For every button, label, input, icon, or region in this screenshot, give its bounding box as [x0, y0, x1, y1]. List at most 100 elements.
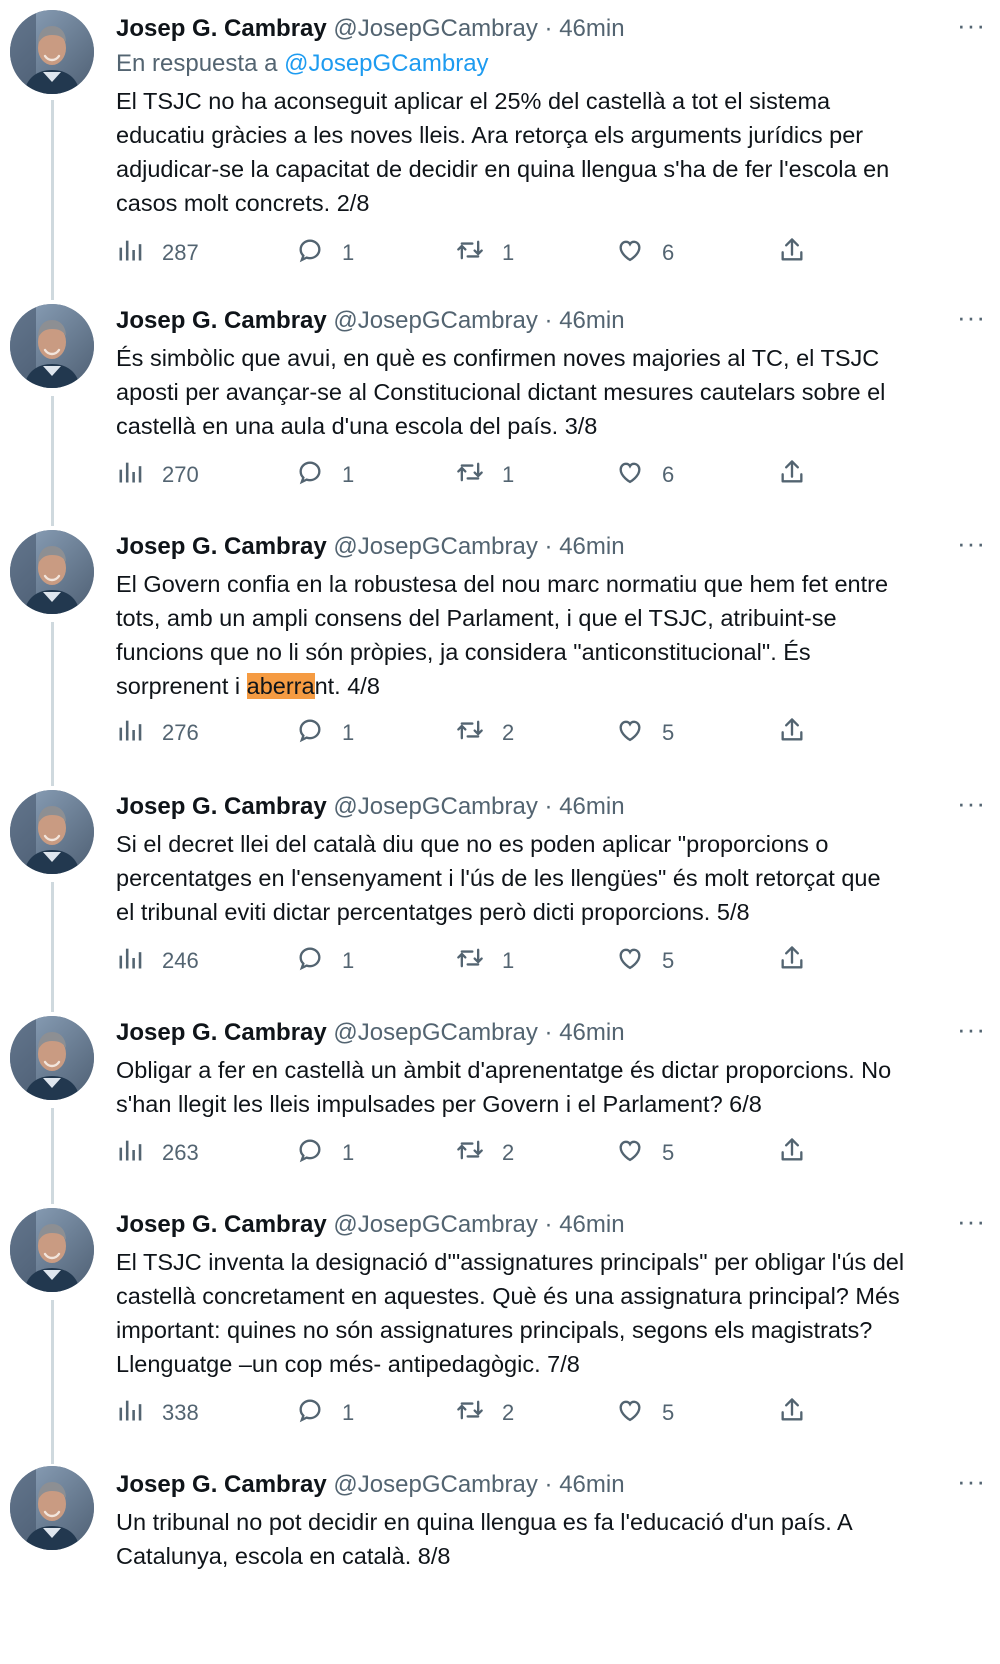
timestamp[interactable]: 46min	[559, 1471, 624, 1498]
views-button[interactable]: 270	[116, 458, 199, 492]
reply-button[interactable]: 1	[296, 716, 354, 750]
tweet-thread: Josep G. Cambray @JosepGCambray · 46min …	[0, 0, 1000, 1664]
retweet-button[interactable]: 2	[456, 1396, 514, 1430]
views-button[interactable]: 246	[116, 944, 199, 978]
display-name[interactable]: Josep G. Cambray	[116, 1019, 327, 1046]
share-button[interactable]	[778, 944, 806, 978]
display-name[interactable]: Josep G. Cambray	[116, 793, 327, 820]
bar-chart-icon	[116, 236, 144, 270]
more-options-icon[interactable]: ···	[946, 530, 986, 564]
user-handle[interactable]: @JosepGCambray	[333, 533, 537, 560]
display-name[interactable]: Josep G. Cambray	[116, 1211, 327, 1238]
tweet-6-of-8[interactable]: Josep G. Cambray @JosepGCambray · 46min …	[0, 1012, 1000, 1204]
more-options-icon[interactable]: ···	[946, 790, 986, 824]
more-options-icon[interactable]: ···	[946, 1468, 986, 1502]
share-button[interactable]	[778, 1136, 806, 1170]
more-options-icon[interactable]: ···	[946, 304, 986, 338]
retweet-count: 1	[502, 240, 515, 265]
display-name[interactable]: Josep G. Cambray	[116, 1471, 327, 1498]
like-button[interactable]: 5	[616, 716, 674, 750]
tweet-header: Josep G. Cambray @JosepGCambray · 46min …	[116, 530, 986, 564]
views-count: 287	[162, 240, 199, 265]
more-options-icon[interactable]: ···	[946, 1208, 986, 1242]
more-options-icon[interactable]: ···	[946, 1016, 986, 1050]
retweet-button[interactable]: 1	[456, 944, 514, 978]
views-button[interactable]: 263	[116, 1136, 199, 1170]
display-name[interactable]: Josep G. Cambray	[116, 307, 327, 334]
bar-chart-icon	[116, 458, 144, 492]
reply-count: 1	[342, 948, 355, 973]
heart-icon	[616, 236, 644, 270]
reply-button[interactable]: 1	[296, 944, 354, 978]
retweet-button[interactable]: 2	[456, 716, 514, 750]
avatar[interactable]	[10, 530, 94, 614]
reply-count: 1	[342, 1400, 355, 1425]
timestamp[interactable]: 46min	[559, 533, 624, 560]
display-name[interactable]: Josep G. Cambray	[116, 533, 327, 560]
tweet-actions: 270 1 1 6	[116, 458, 836, 492]
timestamp[interactable]: 46min	[559, 1211, 624, 1238]
user-handle[interactable]: @JosepGCambray	[333, 1471, 537, 1498]
avatar[interactable]	[10, 304, 94, 388]
like-button[interactable]: 5	[616, 1136, 674, 1170]
timestamp[interactable]: 46min	[559, 307, 624, 334]
retweet-icon	[456, 1396, 484, 1430]
retweet-button[interactable]: 1	[456, 458, 514, 492]
user-handle[interactable]: @JosepGCambray	[333, 793, 537, 820]
tweet-text: És simbòlic que avui, en què es confirme…	[116, 345, 886, 439]
share-button[interactable]	[778, 716, 806, 750]
reply-context: En respuesta a @JosepGCambray	[116, 47, 986, 81]
tweet-8-of-8[interactable]: Josep G. Cambray @JosepGCambray · 46min …	[0, 1464, 1000, 1664]
tweet-text-part: nt. 4/8	[314, 673, 380, 699]
retweet-button[interactable]: 2	[456, 1136, 514, 1170]
tweet-3-of-8[interactable]: Josep G. Cambray @JosepGCambray · 46min …	[0, 300, 1000, 526]
avatar[interactable]	[10, 790, 94, 874]
views-button[interactable]: 338	[116, 1396, 199, 1430]
retweet-icon	[456, 236, 484, 270]
avatar[interactable]	[10, 10, 94, 94]
reply-button[interactable]: 1	[296, 1136, 354, 1170]
reply-handle-link[interactable]: @JosepGCambray	[284, 50, 488, 77]
tweet-5-of-8[interactable]: Josep G. Cambray @JosepGCambray · 46min …	[0, 786, 1000, 1012]
separator-dot: ·	[544, 533, 553, 560]
tweet-actions: 276 1 2 5	[116, 716, 836, 750]
timestamp[interactable]: 46min	[559, 15, 624, 42]
like-button[interactable]: 6	[616, 458, 674, 492]
user-handle[interactable]: @JosepGCambray	[333, 1211, 537, 1238]
like-button[interactable]: 6	[616, 236, 674, 270]
retweet-button[interactable]: 1	[456, 236, 514, 270]
display-name[interactable]: Josep G. Cambray	[116, 15, 327, 42]
tweet-7-of-8[interactable]: Josep G. Cambray @JosepGCambray · 46min …	[0, 1204, 1000, 1464]
share-button[interactable]	[778, 458, 806, 492]
separator-dot: ·	[544, 1211, 553, 1238]
like-count: 6	[662, 462, 675, 487]
views-button[interactable]: 276	[116, 716, 199, 750]
separator-dot: ·	[544, 1019, 553, 1046]
tweet-4-of-8[interactable]: Josep G. Cambray @JosepGCambray · 46min …	[0, 526, 1000, 786]
reply-button[interactable]: 1	[296, 458, 354, 492]
share-upload-icon	[778, 458, 806, 492]
thread-connector-line	[51, 100, 54, 300]
tweet-actions: 246 1 1 5	[116, 944, 836, 978]
reply-button[interactable]: 1	[296, 1396, 354, 1430]
user-handle[interactable]: @JosepGCambray	[333, 307, 537, 334]
user-handle[interactable]: @JosepGCambray	[333, 15, 537, 42]
views-button[interactable]: 287	[116, 236, 199, 270]
like-button[interactable]: 5	[616, 944, 674, 978]
share-button[interactable]	[778, 236, 806, 270]
avatar[interactable]	[10, 1466, 94, 1550]
timestamp[interactable]: 46min	[559, 1019, 624, 1046]
reply-button[interactable]: 1	[296, 236, 354, 270]
timestamp[interactable]: 46min	[559, 793, 624, 820]
thread-connector-line	[51, 396, 54, 526]
share-button[interactable]	[778, 1396, 806, 1430]
user-handle[interactable]: @JosepGCambray	[333, 1019, 537, 1046]
avatar[interactable]	[10, 1016, 94, 1100]
avatar[interactable]	[10, 1208, 94, 1292]
tweet-2-of-8[interactable]: Josep G. Cambray @JosepGCambray · 46min …	[0, 0, 1000, 300]
like-button[interactable]: 5	[616, 1396, 674, 1430]
highlighted-text: aberra	[246, 673, 315, 699]
speech-bubble-icon	[296, 236, 324, 270]
tweet-header: Josep G. Cambray @JosepGCambray · 46min …	[116, 1208, 986, 1242]
more-options-icon[interactable]: ···	[946, 12, 986, 46]
